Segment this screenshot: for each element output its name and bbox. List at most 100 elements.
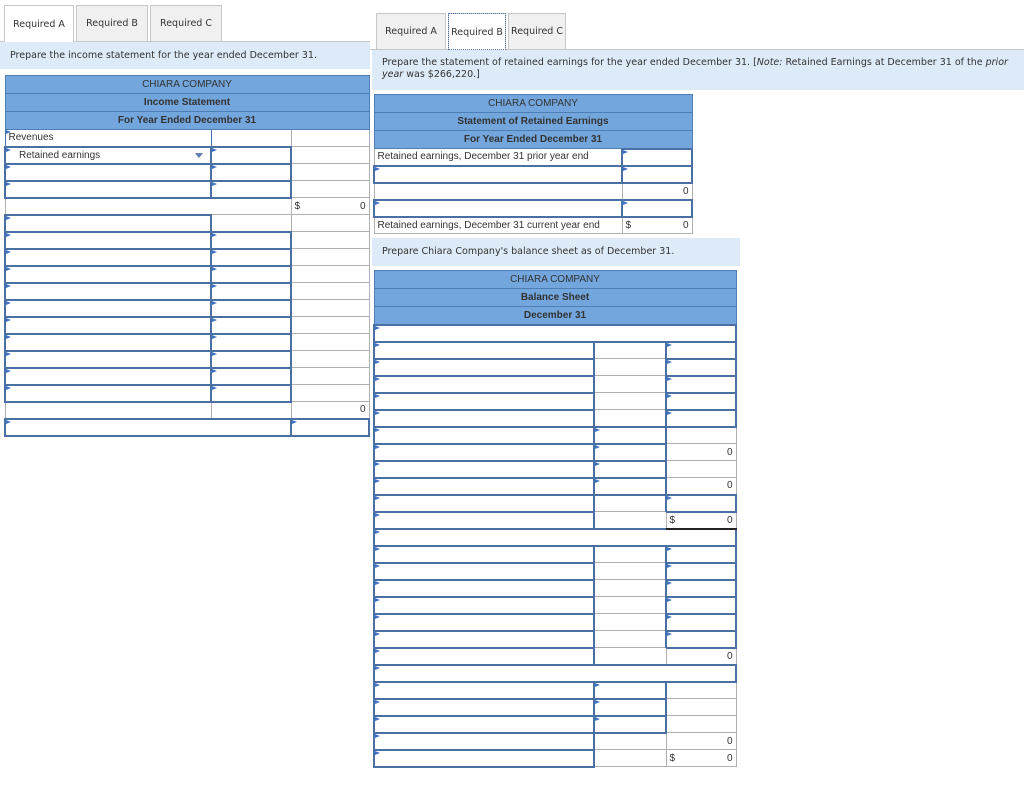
account-dropdown[interactable]: Retained earnings bbox=[4, 145, 212, 165]
amount-input[interactable] bbox=[665, 612, 737, 632]
blank-cell bbox=[593, 630, 667, 648]
account-input[interactable] bbox=[4, 366, 212, 386]
amount-input[interactable] bbox=[210, 230, 292, 250]
amount-input[interactable] bbox=[665, 578, 737, 598]
amount-input[interactable] bbox=[665, 561, 737, 581]
tab-required-b[interactable]: Required B bbox=[448, 13, 506, 50]
account-input[interactable] bbox=[4, 315, 212, 335]
account-input[interactable] bbox=[373, 198, 623, 218]
account-input[interactable] bbox=[4, 298, 212, 318]
amount-input[interactable] bbox=[210, 298, 292, 318]
account-input[interactable] bbox=[373, 374, 595, 394]
amount-input[interactable] bbox=[665, 357, 737, 377]
account-input[interactable] bbox=[373, 544, 595, 564]
total-assets-label-input[interactable] bbox=[373, 510, 595, 530]
amount-input[interactable] bbox=[665, 340, 737, 360]
account-input[interactable] bbox=[4, 332, 212, 352]
amount-input[interactable] bbox=[210, 281, 292, 301]
amount-input[interactable] bbox=[621, 164, 693, 184]
amount-cell bbox=[210, 129, 292, 147]
amount-input[interactable] bbox=[210, 332, 292, 352]
amount-input[interactable] bbox=[593, 680, 667, 700]
section-heading-input[interactable] bbox=[373, 527, 737, 547]
amount-input[interactable] bbox=[210, 383, 292, 403]
amount-input[interactable] bbox=[593, 459, 667, 479]
amount-input[interactable] bbox=[210, 145, 292, 165]
blank-cell bbox=[593, 579, 667, 597]
account-input[interactable] bbox=[373, 493, 595, 513]
account-input[interactable] bbox=[373, 561, 595, 581]
account-input[interactable] bbox=[4, 349, 212, 369]
total-equity-label-input[interactable] bbox=[373, 731, 595, 751]
account-input[interactable] bbox=[373, 357, 595, 377]
account-input[interactable] bbox=[4, 247, 212, 267]
account-input[interactable] bbox=[4, 383, 212, 403]
account-input[interactable] bbox=[4, 179, 212, 199]
table-row bbox=[373, 680, 737, 700]
net-income-input[interactable] bbox=[290, 417, 370, 437]
account-input[interactable] bbox=[373, 680, 595, 700]
current-value: 0 bbox=[682, 219, 689, 231]
net-income-label-input[interactable] bbox=[4, 417, 292, 437]
amount-input[interactable] bbox=[210, 247, 292, 267]
chevron-down-icon[interactable] bbox=[195, 152, 203, 158]
amount-input[interactable] bbox=[210, 179, 292, 199]
table-row bbox=[373, 459, 737, 479]
account-input[interactable] bbox=[373, 595, 595, 615]
account-input[interactable] bbox=[373, 459, 595, 479]
account-input[interactable] bbox=[373, 442, 595, 462]
table-row bbox=[4, 349, 370, 369]
total-cell bbox=[290, 333, 370, 351]
account-input[interactable] bbox=[4, 264, 212, 284]
tab-required-c[interactable]: Required C bbox=[508, 13, 566, 49]
amount-input[interactable] bbox=[210, 162, 292, 182]
tab-required-a[interactable]: Required A bbox=[376, 13, 446, 49]
amount-input[interactable] bbox=[593, 476, 667, 496]
account-input[interactable] bbox=[373, 408, 595, 428]
tab-required-c[interactable]: Required C bbox=[150, 5, 222, 41]
section-heading-input[interactable] bbox=[373, 323, 737, 343]
amount-input[interactable] bbox=[593, 425, 667, 445]
amount-input[interactable] bbox=[665, 374, 737, 394]
amount-input[interactable] bbox=[665, 391, 737, 411]
amount-input[interactable] bbox=[593, 442, 667, 462]
account-input[interactable] bbox=[373, 391, 595, 411]
table-row bbox=[373, 164, 693, 184]
prior-year-input[interactable] bbox=[621, 147, 693, 167]
table-row bbox=[373, 493, 737, 513]
account-input[interactable] bbox=[373, 714, 595, 734]
account-input[interactable] bbox=[4, 281, 212, 301]
blank-cell bbox=[665, 715, 737, 733]
section-heading-input[interactable] bbox=[373, 663, 737, 683]
account-input[interactable] bbox=[373, 476, 595, 496]
amount-input[interactable] bbox=[210, 349, 292, 369]
account-input[interactable] bbox=[373, 578, 595, 598]
amount-input[interactable] bbox=[665, 629, 737, 649]
tab-required-a[interactable]: Required A bbox=[4, 5, 74, 42]
amount-input[interactable] bbox=[665, 595, 737, 615]
amount-input[interactable] bbox=[621, 198, 693, 218]
amount-input[interactable] bbox=[210, 315, 292, 335]
account-input[interactable] bbox=[373, 629, 595, 649]
amount-input[interactable] bbox=[593, 697, 667, 717]
total-liabilities-equity-label-input[interactable] bbox=[373, 748, 595, 768]
account-input[interactable] bbox=[4, 213, 212, 233]
tab-required-b[interactable]: Required B bbox=[76, 5, 148, 41]
revenues-label[interactable]: Revenues bbox=[4, 129, 212, 147]
account-input[interactable] bbox=[373, 612, 595, 632]
table-row bbox=[4, 298, 370, 318]
blank-cell bbox=[593, 494, 667, 512]
account-input[interactable] bbox=[373, 697, 595, 717]
account-input[interactable] bbox=[4, 230, 212, 250]
amount-input[interactable] bbox=[665, 544, 737, 564]
amount-input[interactable] bbox=[593, 714, 667, 734]
account-input[interactable] bbox=[373, 425, 595, 445]
amount-input[interactable] bbox=[210, 264, 292, 284]
amount-input[interactable] bbox=[665, 408, 737, 428]
total-liabilities-label-input[interactable] bbox=[373, 646, 595, 666]
account-input[interactable] bbox=[4, 162, 212, 182]
amount-input[interactable] bbox=[665, 493, 737, 513]
amount-input[interactable] bbox=[210, 366, 292, 386]
account-input[interactable] bbox=[373, 164, 623, 184]
account-input[interactable] bbox=[373, 340, 595, 360]
